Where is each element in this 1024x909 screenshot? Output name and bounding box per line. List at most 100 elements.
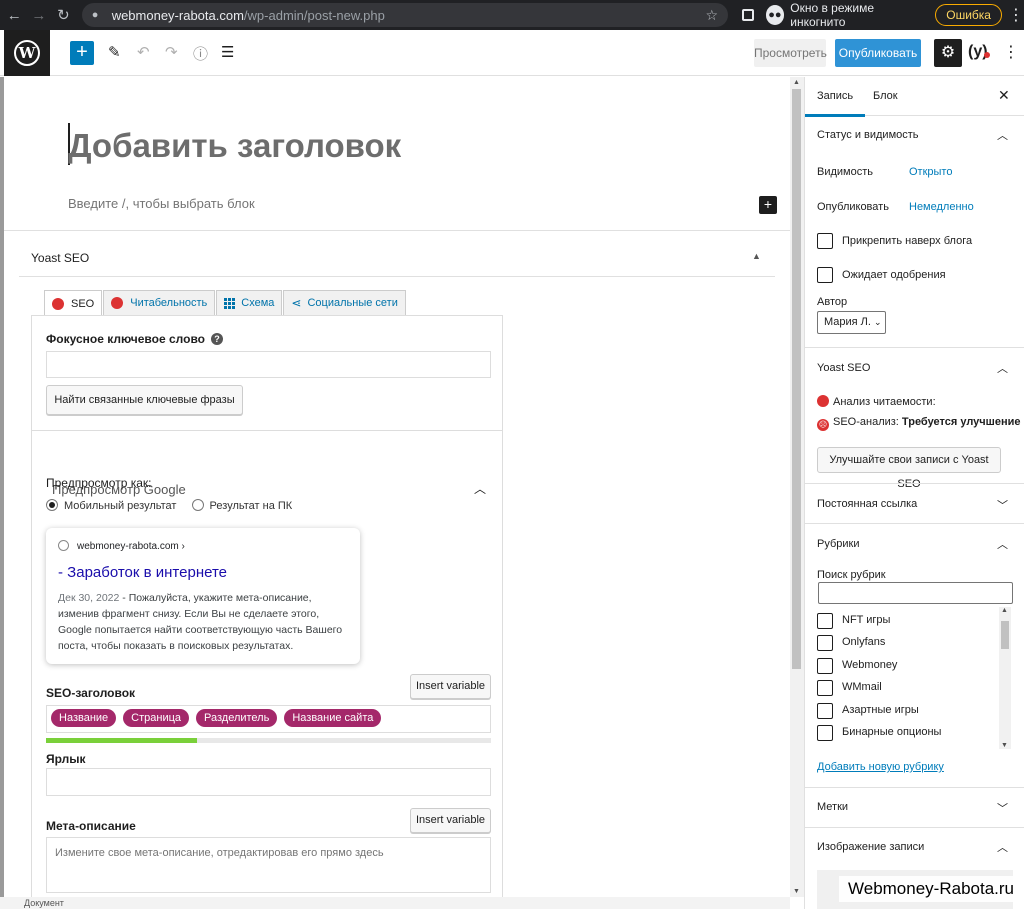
yoast-icon[interactable]: (y)	[968, 43, 990, 63]
tab-search-icon[interactable]	[742, 9, 754, 21]
chevron-up-icon[interactable]: ︿	[997, 839, 1008, 855]
tab-seo[interactable]: SEO	[44, 290, 103, 316]
publish-date-value[interactable]: Немедленно	[909, 201, 974, 213]
add-category-link[interactable]: Добавить новую рубрику	[817, 761, 944, 773]
yoast-improve-button[interactable]: Улучшайте свои записи с Yoast SEO	[817, 447, 1001, 490]
category-label: WMmail	[842, 681, 882, 693]
author-select[interactable]: Мария Л. ⌄	[817, 311, 886, 334]
related-keyphrases-button[interactable]: Найти связанные ключевые фразы	[46, 385, 243, 415]
variable-chip[interactable]: Название сайта	[284, 709, 382, 727]
scroll-down-icon[interactable]: ▼	[793, 888, 800, 895]
category-checkbox[interactable]	[817, 658, 833, 674]
chevron-up-icon[interactable]: ︿	[474, 480, 486, 497]
insert-variable-button[interactable]: Insert variable	[410, 808, 491, 833]
meta-description-input[interactable]: Измените свое мета-описание, отредактиро…	[46, 837, 491, 893]
preview-button[interactable]: Просмотреть	[754, 39, 827, 67]
tab-schema[interactable]: Схема	[216, 290, 283, 315]
scrollbar-thumb[interactable]	[792, 89, 801, 669]
chevron-down-icon: ⌄	[874, 317, 882, 327]
snippet-title[interactable]: - Заработок в интернете	[58, 564, 348, 581]
collapse-arrow-icon[interactable]: ▲	[752, 251, 761, 261]
block-placeholder[interactable]: Введите /, чтобы выбрать блок	[68, 196, 255, 211]
scroll-up-icon[interactable]: ▲	[793, 79, 800, 86]
status-section-title[interactable]: Статус и видимость	[817, 129, 919, 141]
category-scrollbar[interactable]: ▲ ▼	[999, 607, 1011, 749]
permalink-section-title[interactable]: Постоянная ссылка	[817, 498, 917, 510]
radio-unchecked[interactable]	[191, 499, 204, 511]
publish-date-label: Опубликовать	[817, 201, 889, 213]
redo-icon[interactable]: ↷	[165, 43, 178, 61]
tab-social[interactable]: ⋖ Социальные сети	[283, 290, 406, 315]
editor-scrollbar[interactable]: ▲ ▼	[790, 77, 804, 897]
radio-checked[interactable]	[46, 499, 58, 511]
reload-icon[interactable]: ↻	[53, 6, 74, 24]
lock-icon: ●	[91, 9, 99, 21]
sticky-checkbox[interactable]	[817, 233, 833, 249]
category-checkbox[interactable]	[817, 725, 833, 741]
back-icon[interactable]: ←	[4, 7, 25, 24]
error-badge[interactable]: Ошибка	[935, 4, 1002, 26]
visibility-value[interactable]: Открыто	[909, 166, 952, 178]
seo-title-input[interactable]: Название Страница Разделитель Название с…	[46, 705, 491, 733]
pending-checkbox[interactable]	[817, 267, 833, 283]
scrollbar-thumb[interactable]	[1001, 621, 1009, 649]
variable-chip[interactable]: Название	[51, 709, 117, 727]
url-host: webmoney-rabota.com	[111, 7, 244, 23]
category-checkbox[interactable]	[817, 703, 833, 719]
scroll-up-icon[interactable]: ▲	[1001, 607, 1008, 614]
mobile-radio[interactable]: Мобильный результат	[46, 499, 176, 512]
address-bar[interactable]: ● webmoney-rabota.com/wp-admin/post-new.…	[81, 3, 729, 27]
chevron-up-icon[interactable]: ︿	[997, 536, 1008, 552]
forward-icon[interactable]: →	[29, 7, 50, 24]
chevron-up-icon[interactable]: ︿	[997, 127, 1008, 143]
post-title-input[interactable]: Добавить заголовок	[68, 127, 401, 165]
tab-readability[interactable]: Читабельность	[103, 290, 216, 315]
category-checkbox[interactable]	[817, 635, 833, 651]
red-dot-icon	[817, 395, 829, 407]
browser-menu-icon[interactable]: ⋮	[1008, 5, 1024, 25]
category-label: NFT игры	[842, 614, 891, 626]
category-checkbox[interactable]	[817, 680, 833, 696]
focus-keyword-input[interactable]	[46, 351, 491, 378]
add-block-icon[interactable]: +	[759, 196, 777, 214]
chevron-down-icon[interactable]: ﹀	[997, 800, 1008, 816]
category-list: NFT игры Onlyfans Webmoney WMmail Азартн…	[817, 609, 1013, 749]
category-checkbox[interactable]	[817, 613, 833, 629]
insert-variable-button[interactable]: Insert variable	[410, 674, 491, 699]
featured-image-section-title[interactable]: Изображение записи	[817, 841, 924, 853]
close-icon[interactable]: ✕	[998, 87, 1010, 104]
wordpress-logo-icon: W	[14, 40, 40, 66]
settings-gear-icon[interactable]: ⚙	[934, 39, 962, 67]
more-options-icon[interactable]: ⋮	[1003, 42, 1019, 62]
info-icon[interactable]: ⓘ	[193, 43, 208, 64]
yoast-section-title[interactable]: Yoast SEO	[817, 362, 870, 374]
undo-icon[interactable]: ↶	[137, 43, 150, 61]
tab-post[interactable]: Запись	[804, 90, 866, 117]
red-dot-icon	[111, 297, 124, 309]
block-inserter-button[interactable]: +	[70, 41, 94, 65]
help-icon[interactable]: ?	[211, 333, 223, 345]
desktop-radio[interactable]: Результат на ПК	[191, 499, 292, 512]
chevron-up-icon[interactable]: ︿	[997, 360, 1008, 376]
bookmark-star-icon[interactable]: ☆	[706, 7, 719, 24]
scroll-down-icon[interactable]: ▼	[1001, 742, 1008, 749]
category-search-input[interactable]	[818, 582, 1013, 604]
slug-input[interactable]	[46, 768, 491, 796]
list-view-icon[interactable]: ☰	[221, 43, 234, 61]
tags-section-title[interactable]: Метки	[817, 801, 848, 813]
tab-block[interactable]: Блок	[873, 90, 898, 102]
pencil-icon[interactable]: ✎	[108, 43, 121, 61]
snippet-description: Дек 30, 2022 - Пожалуйста, укажите мета-…	[58, 590, 348, 654]
globe-icon	[58, 540, 69, 551]
categories-section-title[interactable]: Рубрики	[817, 538, 859, 550]
yoast-panel-title[interactable]: Yoast SEO	[31, 251, 89, 265]
wordpress-logo[interactable]: W	[4, 30, 50, 76]
publish-button[interactable]: Опубликовать	[835, 39, 921, 67]
chevron-down-icon[interactable]: ﹀	[997, 497, 1008, 513]
variable-chip[interactable]: Страница	[123, 709, 190, 727]
incognito-icon: ●●	[765, 5, 785, 25]
variable-chip[interactable]: Разделитель	[196, 709, 278, 727]
author-value: Мария Л.	[824, 316, 871, 328]
snippet-sep: -	[119, 592, 129, 604]
slug-label: Ярлык	[46, 752, 86, 766]
